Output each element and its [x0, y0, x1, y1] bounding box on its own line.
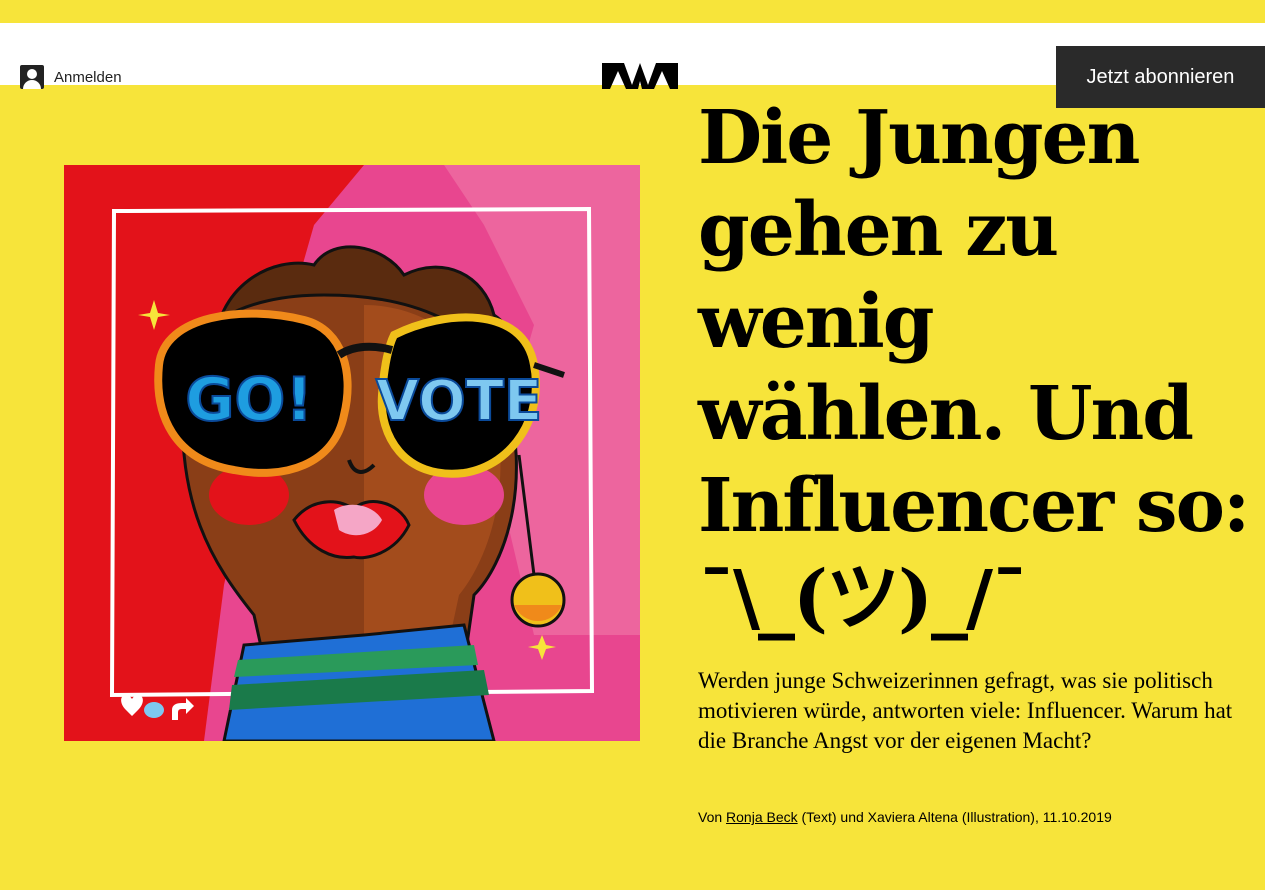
user-icon [20, 65, 44, 89]
comment-icon [144, 702, 164, 718]
left-lens-text: GO! [185, 365, 313, 435]
right-lens-text: VOTE [376, 369, 542, 434]
logo-icon[interactable] [602, 61, 678, 91]
byline-prefix: Von [698, 809, 723, 825]
byline-suffix: (Text) und Xaviera Altena (Illustration)… [801, 809, 1112, 825]
login-link[interactable]: Anmelden [20, 65, 122, 89]
article-byline: Von Ronja Beck (Text) und Xaviera Altena… [698, 809, 1112, 825]
article-illustration: GO! VOTE [64, 165, 640, 741]
login-label: Anmelden [54, 68, 122, 86]
author-link[interactable]: Ronja Beck [726, 809, 798, 825]
article-lead: Werden junge Schweizerinnen gefragt, was… [698, 668, 1233, 753]
article-headline: Die Jungen gehen zu wenig wählen. Und In… [698, 95, 1250, 641]
top-navigation-bar: Anmelden Jetzt abonnieren [0, 0, 1265, 108]
